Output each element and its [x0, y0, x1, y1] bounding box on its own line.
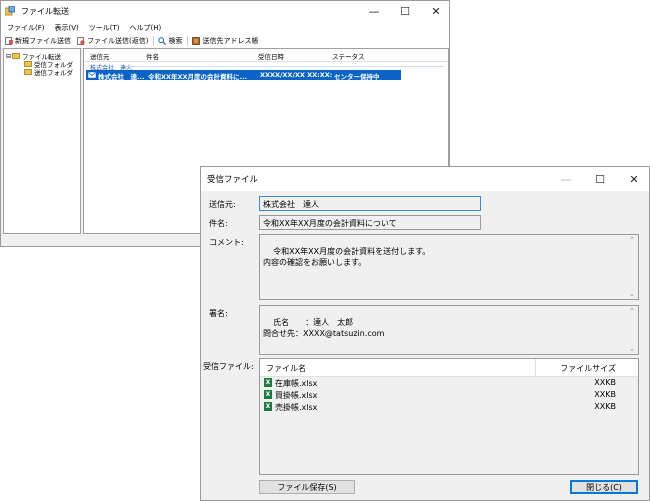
- scroll-down-arrow[interactable]: ⌄: [629, 290, 635, 298]
- comment-field[interactable]: 令和XX年XX月度の会計資料を送付します。 内容の確認をお願いします。 ⌃ ⌄: [259, 234, 639, 300]
- dialog-minimize-button[interactable]: —: [551, 167, 581, 191]
- collapse-icon[interactable]: ⊟: [6, 53, 11, 60]
- signature-text: 氏名 ：達人 太郎 問合せ先：XXXX@tatsuzin.com: [263, 318, 385, 338]
- col-from[interactable]: 送信元: [90, 51, 110, 61]
- scroll-up-arrow[interactable]: ⌃: [629, 307, 635, 315]
- row-from: 株式会社 達...: [98, 73, 145, 81]
- comment-scrollbar[interactable]: ⌃ ⌄: [628, 235, 638, 299]
- dialog-title: 受信ファイル: [207, 175, 259, 185]
- outbox-folder-icon: [24, 69, 32, 75]
- list-header: 送信元 件名 受信日時 ステータス: [84, 49, 448, 62]
- reply-send-button[interactable]: ファイル送信(返信): [77, 36, 148, 46]
- files-label: 受信ファイル:: [203, 362, 254, 371]
- row-subject: 令和XX年XX月度の会計資料に...: [148, 73, 247, 81]
- list-item[interactable]: X 売掛帳.xlsx XXKB: [260, 401, 638, 413]
- file-name: 売掛帳.xlsx: [275, 403, 318, 412]
- subject-label: 件名:: [209, 219, 228, 228]
- new-file-icon: [5, 37, 13, 45]
- reply-send-label: ファイル送信(返信): [87, 37, 149, 45]
- maximize-button[interactable]: ☐: [390, 1, 420, 21]
- reply-file-icon: [77, 37, 85, 45]
- file-list: ファイル名 ファイルサイズ X 在庫帳.xlsx XXKB X 買掛帳.xlsx…: [259, 358, 639, 475]
- address-book-button[interactable]: 送信先アドレス帳: [192, 36, 258, 46]
- col-subject[interactable]: 件名: [146, 51, 159, 61]
- file-name: 在庫帳.xlsx: [275, 379, 318, 388]
- signature-label: 署名:: [209, 309, 228, 318]
- signature-scrollbar[interactable]: ⌃ ⌄: [628, 306, 638, 354]
- root-folder-icon: [12, 53, 21, 59]
- menu-bar: ファイル(F) 表示(V) ツール(T) ヘルプ(H): [1, 21, 449, 34]
- row-status: センター保持中: [334, 73, 380, 81]
- col-filesize[interactable]: ファイルサイズ: [560, 363, 616, 374]
- group-divider: [126, 66, 444, 67]
- app-icon: [4, 5, 16, 16]
- file-size: XXKB: [594, 378, 616, 387]
- menu-file[interactable]: ファイル(F): [7, 23, 45, 33]
- tree-outbox[interactable]: 送信フォルダ: [24, 67, 73, 77]
- main-title: ファイル転送: [21, 6, 69, 16]
- table-row[interactable]: 株式会社 達... 令和XX年XX月度の会計資料に... XXXX/XX/XX …: [86, 70, 401, 81]
- signature-field[interactable]: 氏名 ：達人 太郎 問合せ先：XXXX@tatsuzin.com ⌃ ⌄: [259, 305, 639, 355]
- scroll-down-arrow[interactable]: ⌄: [629, 345, 635, 353]
- excel-icon: X: [264, 378, 272, 387]
- close-button[interactable]: ✕: [421, 1, 451, 21]
- dialog-close-button[interactable]: ✕: [619, 167, 649, 191]
- col-status[interactable]: ステータス: [332, 51, 365, 61]
- mail-icon: [88, 71, 96, 81]
- menu-tools[interactable]: ツール(T): [89, 23, 120, 33]
- file-list-header: ファイル名 ファイルサイズ: [260, 359, 638, 377]
- excel-icon: X: [264, 390, 272, 399]
- row-date: XXXX/XX/XX XX:XX:XX: [260, 71, 332, 79]
- sender-field[interactable]: 株式会社 達人: [259, 196, 481, 211]
- tree-outbox-label: 送信フォルダ: [34, 69, 73, 77]
- toolbar-separator: [153, 36, 155, 46]
- file-name: 買掛帳.xlsx: [275, 391, 318, 400]
- received-file-dialog: 受信ファイル — ☐ ✕ 送信元: 株式会社 達人 件名: 令和XX年XX月度の…: [200, 166, 650, 501]
- comment-label: コメント:: [209, 238, 244, 247]
- file-size: XXKB: [594, 402, 616, 411]
- menu-help[interactable]: ヘルプ(H): [130, 23, 162, 33]
- new-send-label: 新規ファイル送信: [15, 37, 71, 45]
- folder-tree: ⊟ ファイル転送 受信フォルダ 送信フォルダ: [3, 48, 81, 234]
- dialog-maximize-button[interactable]: ☐: [585, 167, 615, 191]
- sender-label: 送信元:: [209, 200, 236, 209]
- subject-field[interactable]: 令和XX年XX月度の会計資料について: [259, 215, 481, 230]
- excel-icon: X: [264, 402, 272, 411]
- close-dialog-button[interactable]: 閉じる(C): [570, 480, 638, 494]
- search-button[interactable]: 検索: [158, 36, 182, 46]
- minimize-button[interactable]: —: [359, 1, 389, 21]
- toolbar-separator: [187, 36, 189, 46]
- col-filename[interactable]: ファイル名: [266, 363, 306, 374]
- search-icon: [158, 37, 167, 46]
- scroll-up-arrow[interactable]: ⌃: [629, 236, 635, 244]
- col-date[interactable]: 受信日時: [258, 51, 284, 61]
- column-divider[interactable]: [535, 359, 536, 376]
- search-label: 検索: [168, 37, 183, 45]
- toolbar: 新規ファイル送信 ファイル送信(返信) 検索 送信先アドレス帳: [1, 34, 449, 49]
- save-file-button[interactable]: ファイル保存(S): [259, 480, 355, 494]
- new-send-button[interactable]: 新規ファイル送信: [5, 36, 71, 46]
- list-item[interactable]: X 在庫帳.xlsx XXKB: [260, 377, 638, 389]
- comment-text: 令和XX年XX月度の会計資料を送付します。 内容の確認をお願いします。: [263, 247, 431, 267]
- file-size: XXKB: [594, 390, 616, 399]
- address-book-icon: [192, 37, 201, 45]
- menu-view[interactable]: 表示(V): [55, 23, 79, 33]
- dialog-titlebar[interactable]: 受信ファイル: [201, 167, 649, 191]
- list-item[interactable]: X 買掛帳.xlsx XXKB: [260, 389, 638, 401]
- address-book-label: 送信先アドレス帳: [202, 37, 259, 45]
